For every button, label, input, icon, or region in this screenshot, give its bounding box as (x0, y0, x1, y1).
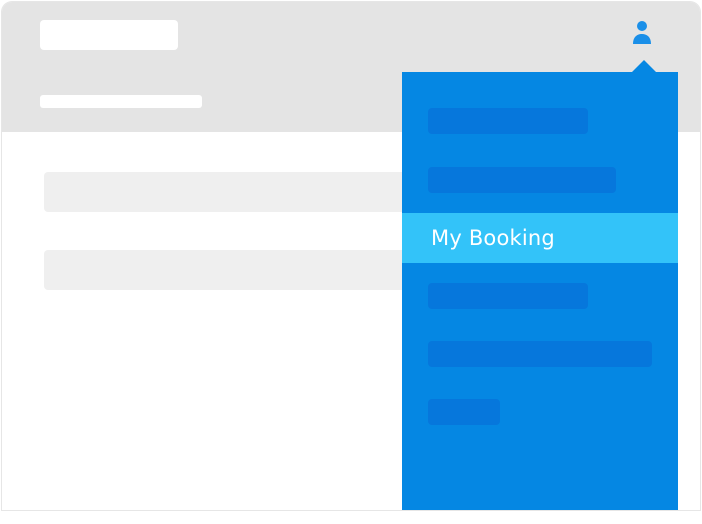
content-placeholder-row (44, 172, 464, 212)
content-placeholder-row (44, 250, 464, 290)
menu-item-4[interactable] (428, 283, 588, 309)
menu-item-label: My Booking (431, 226, 555, 250)
menu-item-6[interactable] (428, 399, 500, 425)
menu-item-2[interactable] (428, 167, 616, 193)
logo-placeholder[interactable] (40, 20, 178, 50)
user-icon[interactable] (630, 18, 654, 48)
nav-link-placeholder[interactable] (40, 95, 202, 108)
user-dropdown-menu: My Booking (402, 72, 678, 510)
menu-item-5[interactable] (428, 341, 652, 367)
menu-item-1[interactable] (428, 108, 588, 134)
menu-item-my-booking[interactable]: My Booking (402, 213, 678, 263)
